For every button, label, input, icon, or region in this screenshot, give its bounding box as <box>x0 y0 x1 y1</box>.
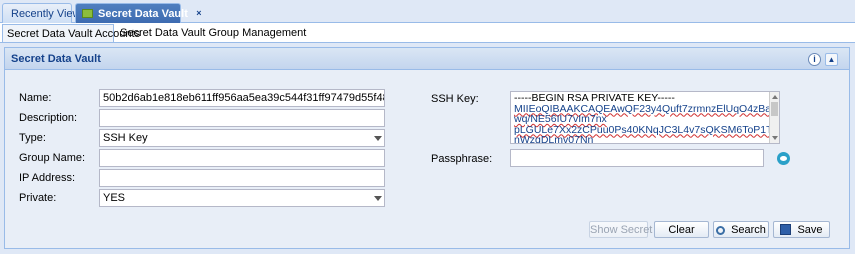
tab-label: Recently View <box>11 8 81 20</box>
private-select-value: YES <box>103 192 126 204</box>
ssh-key-textarea[interactable]: -----BEGIN RSA PRIVATE KEY----- MIIEoQIB… <box>510 91 780 144</box>
subtab-secret-data-vault-accounts[interactable]: Secret Data Vault Accounts <box>2 24 140 42</box>
panel-header: Secret Data Vault i ▲ <box>5 48 849 70</box>
info-icon[interactable]: i <box>808 53 821 66</box>
private-select[interactable]: YES <box>99 189 385 207</box>
show-secret-label: Show Secret <box>590 224 653 236</box>
subtab-label: Secret Data Vault Group Management <box>120 27 307 39</box>
group-name-label: Group Name: <box>19 152 86 164</box>
tab-secret-data-vault[interactable]: Secret Data Vault × <box>75 3 204 24</box>
name-field[interactable]: 50b2d6ab1e818eb611ff956aa5ea39c544f31ff9… <box>99 89 385 107</box>
type-select[interactable]: SSH Key <box>99 129 385 147</box>
search-label: Search <box>731 224 766 236</box>
sub-navigation: Secret Data Vault Accounts Secret Data V… <box>0 23 855 43</box>
description-field[interactable] <box>99 109 385 127</box>
chevron-down-icon[interactable] <box>374 136 382 141</box>
search-button[interactable]: Search <box>713 221 769 238</box>
ssh-key-line: wq/NE56IU7vIm7nx <box>514 113 607 125</box>
scroll-up-icon[interactable] <box>772 95 778 99</box>
save-label: Save <box>797 224 823 236</box>
passphrase-label: Passphrase: <box>431 153 493 165</box>
description-label: Description: <box>19 112 78 124</box>
ssh-key-line: -----BEGIN RSA PRIVATE KEY----- <box>514 92 675 104</box>
tab-label: Secret Data Vault <box>98 8 188 20</box>
tab-recently-view[interactable]: Recently View <box>2 3 81 23</box>
scroll-thumb[interactable] <box>771 102 778 116</box>
group-name-field[interactable] <box>99 149 385 167</box>
eye-icon[interactable] <box>777 152 790 165</box>
scroll-down-icon[interactable] <box>772 136 778 140</box>
private-label: Private: <box>19 192 57 204</box>
search-icon <box>716 226 726 235</box>
tab-bar: Recently View Secret Data Vault × <box>0 0 855 24</box>
type-label: Type: <box>19 132 46 144</box>
name-label: Name: <box>19 92 52 104</box>
clear-label: Clear <box>668 224 695 236</box>
vault-tab-icon <box>82 9 93 18</box>
passphrase-field[interactable] <box>510 149 764 167</box>
ssh-key-scrollbar[interactable] <box>769 92 779 143</box>
clear-button[interactable]: Clear <box>654 221 709 238</box>
subtab-secret-data-vault-group-management[interactable]: Secret Data Vault Group Management <box>116 24 306 42</box>
ip-address-field[interactable] <box>99 169 385 187</box>
ssh-key-line: nWzqDLmv07Nn <box>514 134 594 144</box>
save-icon <box>780 224 792 235</box>
chevron-down-icon[interactable] <box>374 196 382 201</box>
type-select-value: SSH Key <box>103 132 148 144</box>
close-icon[interactable]: × <box>193 9 204 19</box>
ip-address-label: IP Address: <box>19 172 76 184</box>
panel-title: Secret Data Vault <box>11 53 101 65</box>
ssh-key-label: SSH Key: <box>431 93 479 105</box>
show-secret-button[interactable]: Show Secret <box>589 221 652 238</box>
secret-data-vault-panel: Secret Data Vault i ▲ <box>4 47 850 249</box>
collapse-icon[interactable]: ▲ <box>825 53 838 66</box>
save-button[interactable]: Save <box>773 221 830 238</box>
